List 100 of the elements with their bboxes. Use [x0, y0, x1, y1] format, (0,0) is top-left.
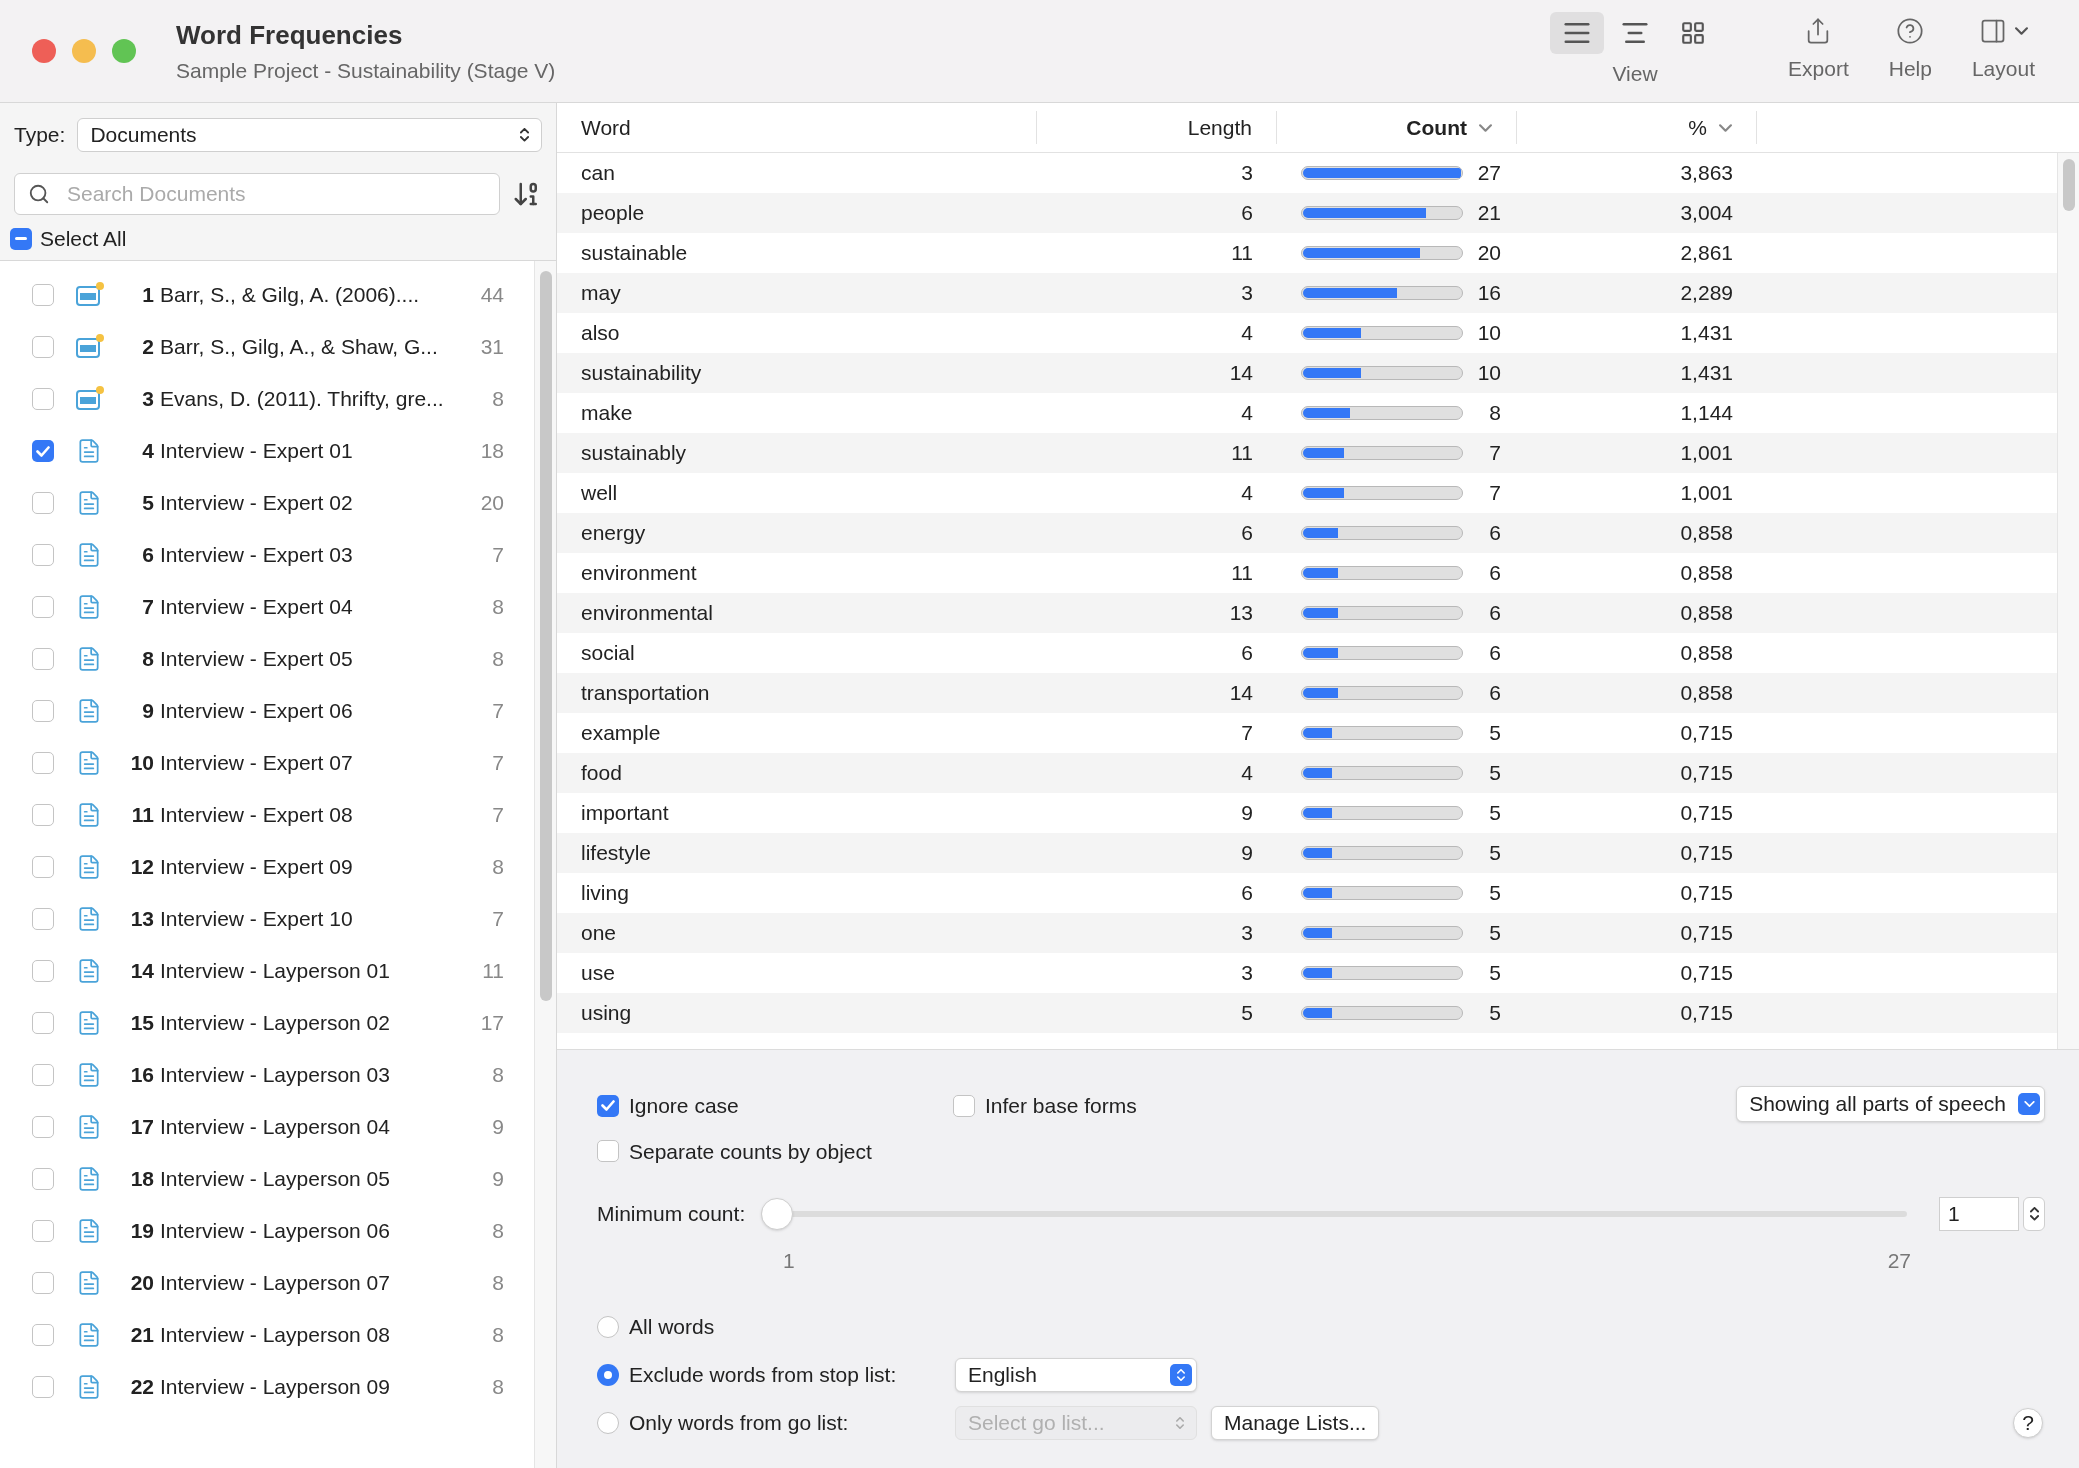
document-checkbox[interactable]	[32, 1012, 54, 1034]
document-checkbox[interactable]	[32, 752, 54, 774]
document-title[interactable]: Interview - Expert 03	[160, 539, 468, 571]
document-title[interactable]: Interview - Layperson 06	[160, 1215, 468, 1247]
document-title[interactable]: Interview - Expert 02	[160, 487, 468, 519]
option-checkbox[interactable]	[597, 1094, 619, 1117]
table-row[interactable]: using 5 5 0,715	[557, 993, 2057, 1033]
percent-cell-text: 0,715	[1679, 840, 1734, 867]
up-down-chevrons-icon	[1176, 1416, 1184, 1429]
stop-list-dropdown[interactable]: English	[955, 1357, 1197, 1392]
word-cell-text: can	[580, 160, 616, 187]
scrollbar-thumb[interactable]	[539, 271, 552, 1001]
document-checkbox[interactable]	[32, 388, 54, 410]
document-checkbox[interactable]	[32, 960, 54, 982]
document-checkbox[interactable]	[32, 648, 54, 670]
grid-icon	[1680, 20, 1707, 47]
table-row[interactable]: people 6 21 3,004	[557, 193, 2057, 233]
toolbar-button[interactable]: Help	[1876, 17, 1944, 85]
document-title[interactable]: Interview - Expert 07	[160, 747, 468, 779]
document-title[interactable]: Interview - Layperson 07	[160, 1267, 468, 1299]
scrollbar-thumb[interactable]	[2062, 159, 2075, 211]
document-title[interactable]: Interview - Expert 06	[160, 695, 468, 727]
table-row[interactable]: food 4 5 0,715	[557, 753, 2057, 793]
table-row[interactable]: energy 6 6 0,858	[557, 513, 2057, 553]
option-checkbox[interactable]	[597, 1140, 619, 1163]
document-checkbox[interactable]	[32, 284, 54, 306]
document-checkbox[interactable]	[32, 1064, 54, 1086]
stepper[interactable]	[2023, 1197, 2045, 1231]
document-title[interactable]: Interview - Layperson 09	[160, 1371, 468, 1403]
document-count: 8	[491, 1218, 504, 1245]
document-title[interactable]: Interview - Layperson 04	[160, 1111, 468, 1143]
slider-min-label: 1	[783, 1248, 795, 1274]
table-row[interactable]: sustainability 14 10 1,431	[557, 353, 2057, 393]
toolbar-button[interactable]: Layout	[1959, 17, 2047, 85]
filter-radio[interactable]	[597, 1363, 619, 1386]
document-title[interactable]: Interview - Layperson 03	[160, 1059, 468, 1091]
close-button[interactable]	[32, 39, 56, 63]
count-cell-text: 5	[1488, 960, 1501, 987]
table-row[interactable]: environmental 13 6 0,858	[557, 593, 2057, 633]
option-checkbox[interactable]	[953, 1094, 975, 1117]
view-label: View	[1612, 61, 1658, 88]
column-header[interactable]: Word	[557, 111, 1037, 144]
document-title[interactable]: Interview - Layperson 02	[160, 1007, 468, 1039]
column-header[interactable]: Length	[1037, 111, 1277, 144]
document-title[interactable]: Interview - Expert 08	[160, 799, 468, 831]
document-checkbox[interactable]	[32, 1168, 54, 1190]
column-header[interactable]: %	[1517, 111, 1757, 144]
document-checkbox[interactable]	[32, 856, 54, 878]
minimum-count-field[interactable]: 1	[1939, 1197, 2019, 1231]
word-cell-text: sustainably	[580, 440, 688, 467]
document-title[interactable]: Interview - Layperson 01	[160, 955, 468, 987]
document-title[interactable]: Interview - Expert 05	[160, 643, 468, 675]
document-icon	[76, 646, 102, 672]
document-checkbox[interactable]	[32, 804, 54, 826]
document-title[interactable]: Interview - Expert 10	[160, 903, 468, 935]
filter-radio[interactable]	[597, 1315, 619, 1338]
document-title[interactable]: Evans, D. (2011). Thrifty, gre...	[160, 383, 468, 415]
toolbar-button[interactable]: Export	[1776, 17, 1861, 85]
select-all-checkbox[interactable]	[10, 227, 32, 250]
table-row[interactable]: one 3 5 0,715	[557, 913, 2057, 953]
manage-lists-button[interactable]: Manage Lists...	[1211, 1405, 1380, 1440]
document-checkbox[interactable]	[32, 492, 54, 514]
document-checkbox[interactable]	[32, 336, 54, 358]
document-checkbox[interactable]	[32, 440, 54, 462]
document-title[interactable]: Interview - Expert 04	[160, 591, 468, 623]
table-row[interactable]: may 3 16 2,289	[557, 273, 2057, 313]
document-count: 9	[491, 1114, 504, 1141]
zoom-button[interactable]	[112, 39, 136, 63]
document-checkbox[interactable]	[32, 1220, 54, 1242]
document-title[interactable]: Interview - Layperson 05	[160, 1163, 468, 1195]
table-row[interactable]: transportation 14 6 0,858	[557, 673, 2057, 713]
document-title[interactable]: Interview - Layperson 08	[160, 1319, 468, 1351]
document-checkbox[interactable]	[32, 908, 54, 930]
view-mode-button[interactable]	[1550, 12, 1605, 55]
column-header[interactable]: Count	[1277, 111, 1517, 144]
document-icon	[76, 438, 102, 464]
document-title[interactable]: Barr, S., & Gilg, A. (2006)....	[160, 279, 468, 311]
search-icon	[28, 183, 50, 205]
percent-cell-text: 2,289	[1679, 280, 1734, 307]
document-checkbox[interactable]	[32, 596, 54, 618]
document-checkbox[interactable]	[32, 700, 54, 722]
minimize-button[interactable]	[72, 39, 96, 63]
document-title[interactable]: Interview - Expert 09	[160, 851, 468, 883]
document-checkbox[interactable]	[32, 1272, 54, 1294]
document-title[interactable]: Barr, S., Gilg, A., & Shaw, G...	[160, 331, 468, 363]
table-row[interactable]: lifestyle 9 5 0,715	[557, 833, 2057, 873]
parts-of-speech-dropdown[interactable]: Showing all parts of speech	[1736, 1086, 2045, 1122]
document-checkbox[interactable]	[32, 544, 54, 566]
table-row[interactable]: sustainably 11 7 1,001	[557, 433, 2057, 473]
document-checkbox[interactable]	[32, 1376, 54, 1398]
document-checkbox[interactable]	[32, 1116, 54, 1138]
help-button[interactable]: ?	[2013, 1407, 2043, 1438]
minimum-count-slider[interactable]	[761, 1198, 1907, 1230]
search-field[interactable]: Search Documents	[14, 173, 500, 215]
document-checkbox[interactable]	[32, 1324, 54, 1346]
document-icon	[76, 1062, 102, 1088]
document-count: 8	[491, 594, 504, 621]
slider-thumb[interactable]	[761, 1198, 794, 1230]
document-title[interactable]: Interview - Expert 01	[160, 435, 468, 467]
type-dropdown[interactable]: Documents	[77, 118, 542, 152]
